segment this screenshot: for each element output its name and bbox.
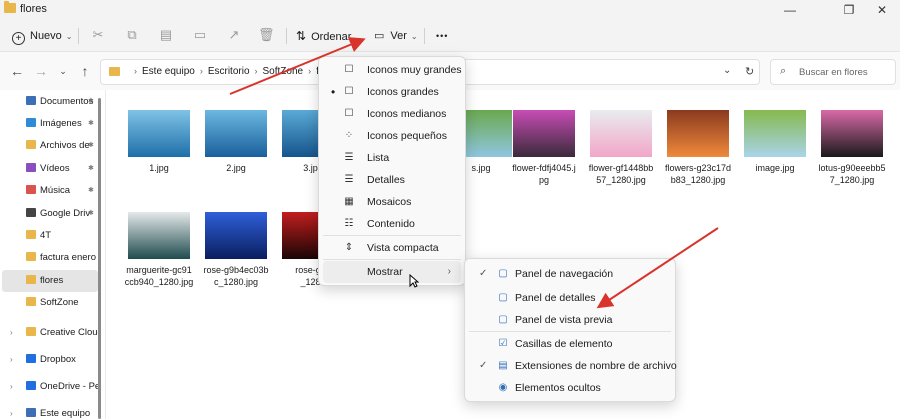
mouse-cursor-icon: [409, 273, 420, 291]
annotation-arrow-preview: [596, 227, 719, 309]
annotation-arrows: [229, 37, 719, 309]
annotation-arrow-view: [229, 37, 366, 95]
